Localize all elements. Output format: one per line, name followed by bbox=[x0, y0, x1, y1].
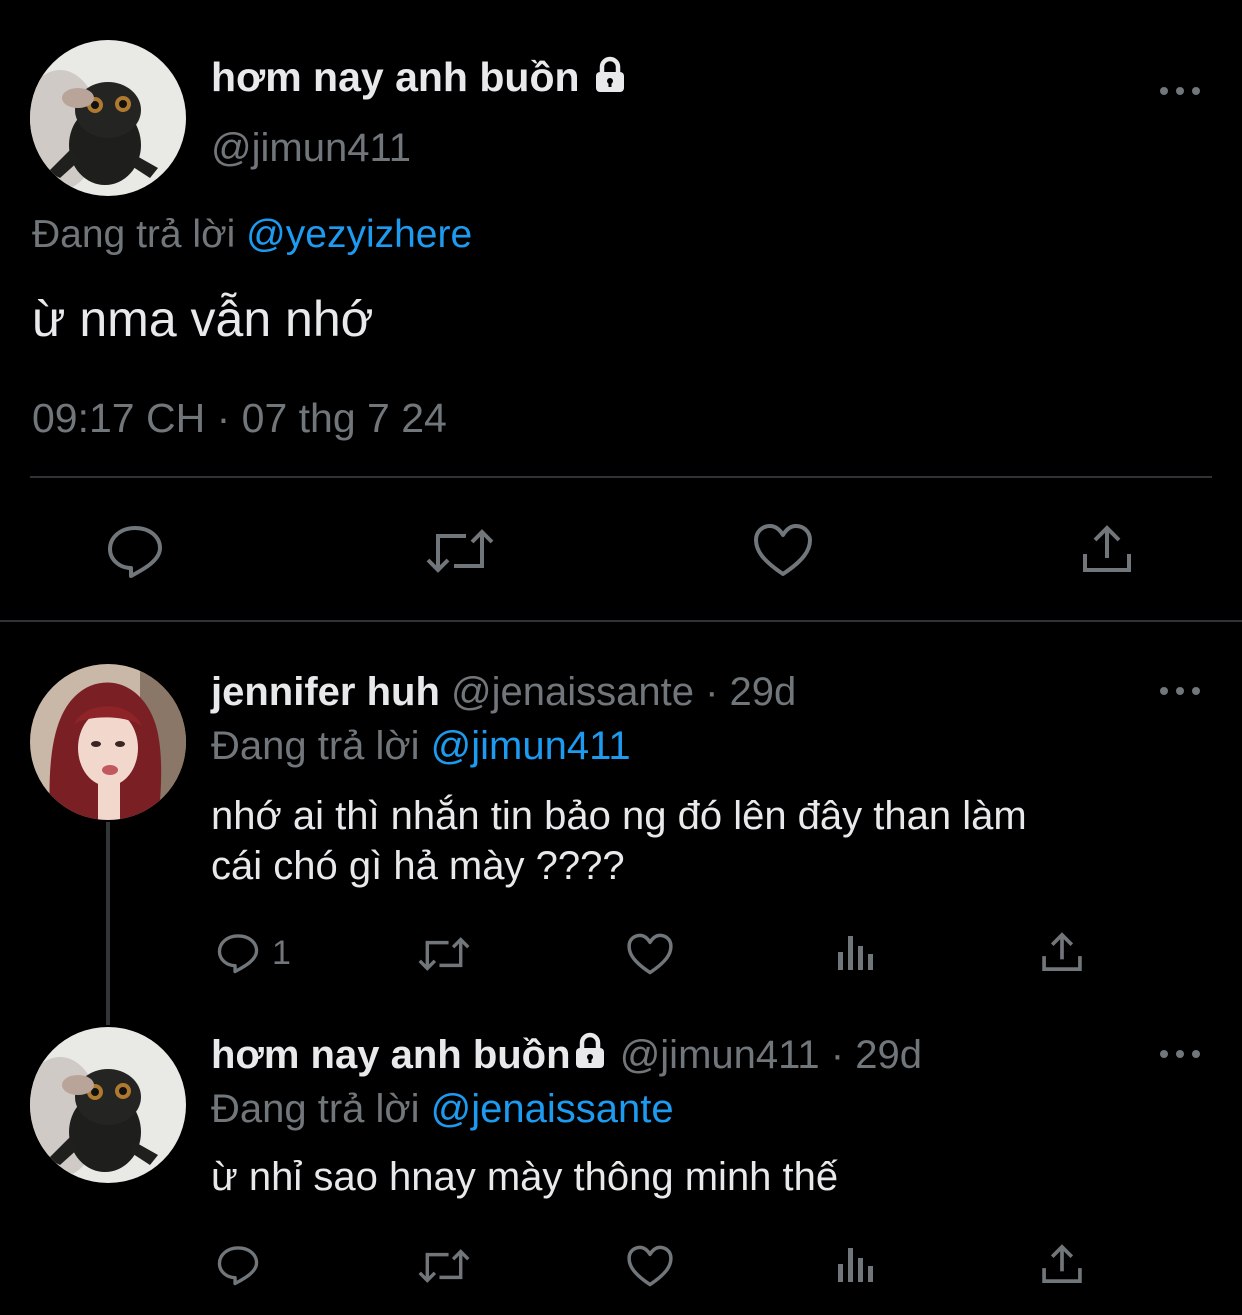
reply-header: hơm nay anh buồn @jimun411 · 29d bbox=[211, 1032, 922, 1080]
replying-prefix: Đang trả lời bbox=[211, 724, 420, 768]
more-icon[interactable] bbox=[1160, 81, 1200, 101]
avatar-jenaissante[interactable] bbox=[30, 664, 186, 820]
reply-text-line1: ừ nhỉ sao hnay mày thông minh thế bbox=[211, 1155, 839, 1199]
replying-prefix: Đang trả lời bbox=[32, 213, 236, 256]
lock-icon bbox=[571, 1032, 609, 1080]
reply-text-line2: cái chó gì hả mày ???? bbox=[211, 844, 625, 888]
reply-icon[interactable] bbox=[214, 930, 262, 976]
reply-count: 1 bbox=[272, 934, 291, 972]
replying-to-link[interactable]: @yezyizhere bbox=[246, 213, 472, 256]
replying-to-link[interactable]: @jimun411 bbox=[431, 724, 631, 768]
reply-handle[interactable]: @jenaissante bbox=[451, 670, 694, 714]
replying-prefix: Đang trả lời bbox=[211, 1087, 420, 1131]
divider bbox=[30, 476, 1212, 478]
retweet-icon[interactable] bbox=[424, 522, 496, 580]
reply-header: jennifer huh @jenaissante · 29d bbox=[211, 670, 796, 715]
reply-age: · 29d bbox=[705, 670, 797, 714]
heart-icon[interactable] bbox=[626, 932, 674, 976]
replying-to-line: Đang trả lời @yezyizhere bbox=[32, 213, 472, 257]
section-divider bbox=[0, 620, 1242, 622]
heart-icon[interactable] bbox=[752, 522, 814, 578]
replying-to-line: Đang trả lời @jenaissante bbox=[211, 1087, 674, 1132]
lock-icon bbox=[591, 56, 629, 104]
replying-to-line: Đang trả lời @jimun411 bbox=[211, 724, 631, 769]
reply-text-line1: nhớ ai thì nhắn tin bảo ng đó lên đây th… bbox=[211, 794, 1027, 838]
avatar-jimun411[interactable] bbox=[30, 40, 186, 196]
analytics-icon[interactable] bbox=[834, 930, 878, 974]
analytics-icon[interactable] bbox=[834, 1242, 878, 1286]
reply-display-name[interactable]: jennifer huh bbox=[211, 670, 440, 714]
more-icon[interactable] bbox=[1160, 1044, 1200, 1064]
handle[interactable]: @jimun411 bbox=[211, 126, 411, 171]
share-icon[interactable] bbox=[1040, 1242, 1084, 1286]
replying-to-link[interactable]: @jenaissante bbox=[431, 1087, 674, 1131]
reply-handle[interactable]: @jimun411 bbox=[620, 1033, 820, 1077]
reply-icon[interactable] bbox=[104, 520, 166, 582]
thread-line bbox=[106, 822, 110, 1025]
retweet-icon[interactable] bbox=[416, 1244, 472, 1288]
share-icon[interactable] bbox=[1080, 522, 1134, 576]
retweet-icon[interactable] bbox=[416, 932, 472, 976]
reply-age: · 29d bbox=[830, 1033, 922, 1077]
tweet-text: ừ nma vẫn nhớ bbox=[32, 291, 374, 347]
avatar-jimun411[interactable] bbox=[30, 1027, 186, 1183]
heart-icon[interactable] bbox=[626, 1244, 674, 1288]
reply-icon[interactable] bbox=[214, 1242, 262, 1288]
more-icon[interactable] bbox=[1160, 681, 1200, 701]
tweet-timestamp[interactable]: 09:17 CH · 07 thg 7 24 bbox=[32, 395, 447, 442]
display-name-text: hơm nay anh buồn bbox=[211, 54, 580, 100]
share-icon[interactable] bbox=[1040, 930, 1084, 974]
reply-display-name[interactable]: hơm nay anh buồn bbox=[211, 1033, 571, 1077]
display-name[interactable]: hơm nay anh buồn bbox=[211, 54, 629, 104]
